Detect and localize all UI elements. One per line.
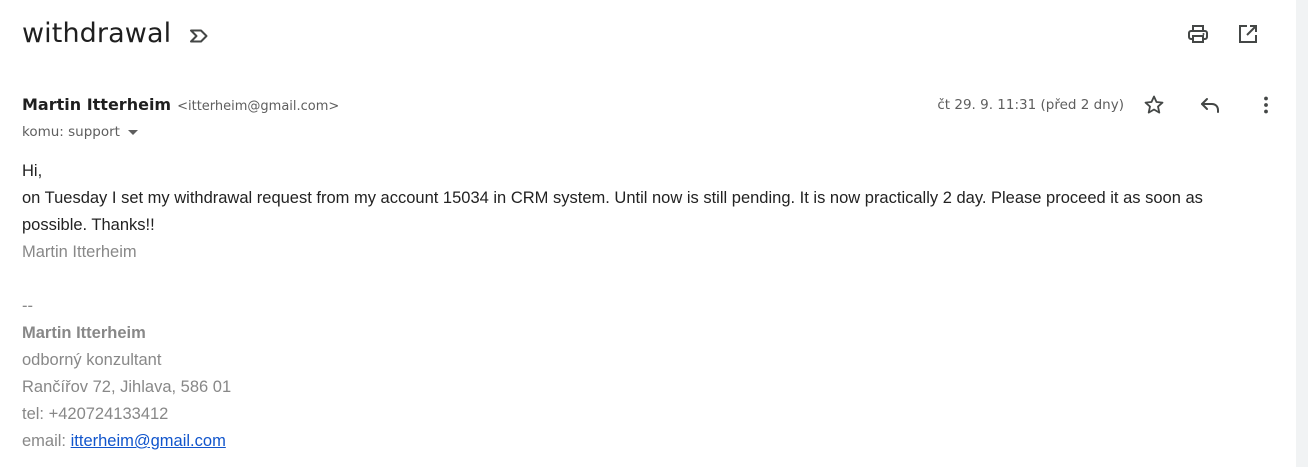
open-in-new-window-icon[interactable] bbox=[1236, 22, 1260, 46]
recipient-label: komu: support bbox=[22, 124, 120, 140]
email-subject: withdrawal bbox=[22, 18, 172, 49]
signature-separator: -- bbox=[22, 297, 33, 315]
subject-row: withdrawal bbox=[22, 14, 211, 54]
print-icon[interactable] bbox=[1186, 22, 1210, 46]
reply-icon[interactable] bbox=[1198, 93, 1222, 117]
label-outline-icon[interactable] bbox=[187, 24, 211, 48]
sender-row: Martin Itterheim <itterheim@gmail.com> bbox=[22, 95, 339, 114]
signature-phone: tel: +420724133412 bbox=[22, 405, 169, 423]
signature-title: odborný konzultant bbox=[22, 351, 162, 369]
signature-name: Martin Itterheim bbox=[22, 324, 146, 342]
message-body: Hi, on Tuesday I set my withdrawal reque… bbox=[22, 158, 1252, 455]
sender-email: <itterheim@gmail.com> bbox=[177, 99, 340, 114]
scrollbar-track[interactable] bbox=[1296, 0, 1308, 467]
signature-email-label: email: bbox=[22, 432, 71, 450]
star-icon[interactable] bbox=[1142, 93, 1166, 117]
recipient-row: komu: support bbox=[22, 124, 138, 140]
greeting: Hi, bbox=[22, 162, 43, 180]
signature-email-link[interactable]: itterheim@gmail.com bbox=[71, 432, 226, 450]
chevron-down-icon[interactable] bbox=[127, 129, 138, 135]
signature-address: Rančířov 72, Jihlava, 586 01 bbox=[22, 378, 232, 396]
closing-name: Martin Itterheim bbox=[22, 243, 137, 261]
signature-email-line: email: itterheim@gmail.com bbox=[22, 428, 1252, 455]
message-meta: čt 29. 9. 11:31 (před 2 dny) bbox=[937, 93, 1278, 117]
message-date: čt 29. 9. 11:31 (před 2 dny) bbox=[937, 97, 1124, 113]
more-vert-icon[interactable] bbox=[1254, 93, 1278, 117]
sender-name: Martin Itterheim bbox=[22, 95, 172, 114]
top-actions bbox=[1186, 22, 1260, 46]
body-text: on Tuesday I set my withdrawal request f… bbox=[22, 189, 1203, 234]
